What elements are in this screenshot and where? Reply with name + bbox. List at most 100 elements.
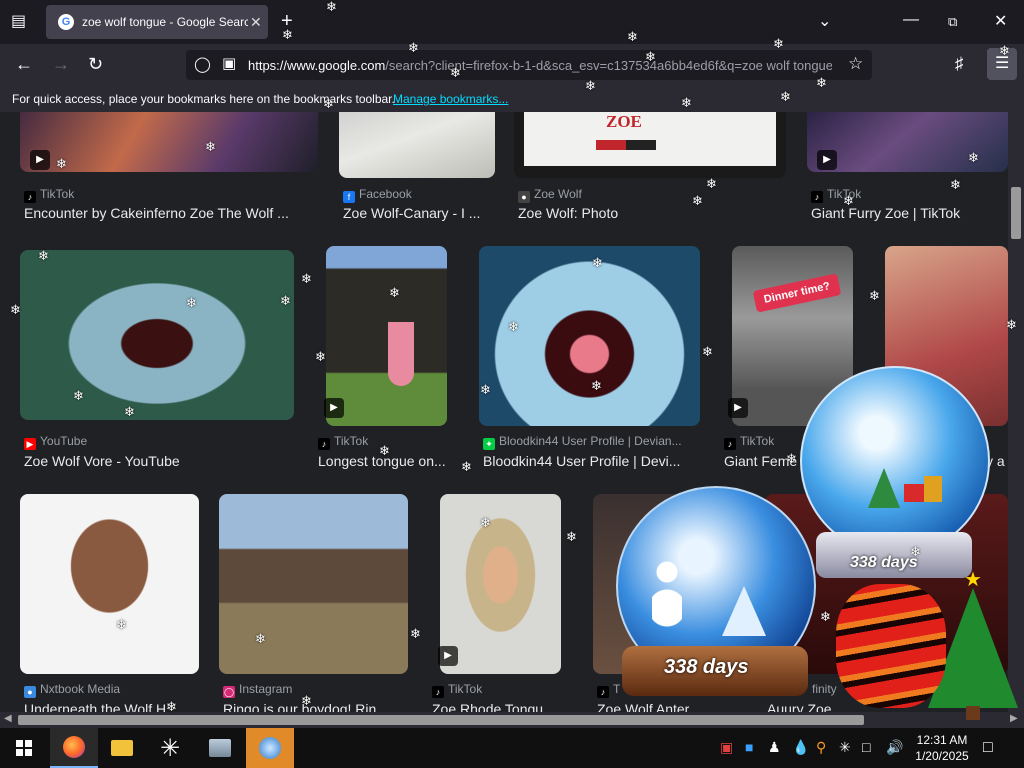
- snowflake-icon: ❄: [408, 40, 419, 55]
- active-tab[interactable]: G zoe wolf tongue - Google Search ✕: [46, 5, 268, 39]
- result-thumbnail[interactable]: [440, 494, 561, 674]
- network-icon[interactable]: □: [862, 739, 870, 755]
- snowflake-icon: ❄: [282, 27, 293, 42]
- shield-icon[interactable]: ◯: [194, 57, 211, 73]
- snowflake-icon: ❄: [820, 609, 831, 624]
- url-text[interactable]: https://www.google.com/search?client=fir…: [248, 58, 832, 73]
- google-favicon-icon: G: [58, 14, 74, 30]
- snowflake-icon: ❄: [116, 617, 127, 632]
- tray-search-icon[interactable]: ⚲: [816, 739, 826, 756]
- title-bar: ▤ G zoe wolf tongue - Google Search ✕ + …: [0, 0, 1024, 44]
- snowflake-icon: ❄: [627, 29, 638, 44]
- firefox-taskbar-button[interactable]: [50, 728, 98, 768]
- snowflake-icon: ❄: [323, 96, 334, 111]
- snowflake-icon: ❄: [702, 344, 713, 359]
- app-taskbar-button[interactable]: ✳: [146, 728, 194, 768]
- result-title[interactable]: Giant Furry Zoe | TikTok: [811, 205, 1001, 221]
- minimize-icon[interactable]: —: [903, 12, 919, 28]
- tab-list-icon[interactable]: ▤: [11, 14, 26, 30]
- snowflake-icon: ❄: [301, 693, 312, 708]
- sparkle-icon: ✳: [159, 734, 181, 762]
- result-source: ● Nxtbook Media: [24, 682, 120, 698]
- snowflake-icon: ❄: [645, 49, 656, 64]
- play-icon: ▶: [438, 646, 458, 666]
- clock-time: 12:31 AM: [916, 733, 968, 747]
- result-title[interactable]: Zoe Wolf: Photo: [518, 205, 780, 221]
- file-explorer-taskbar-button[interactable]: [98, 728, 146, 768]
- list-all-tabs-icon[interactable]: ⌄: [818, 14, 831, 30]
- forward-arrow-icon[interactable]: →: [52, 55, 70, 73]
- result-thumbnail[interactable]: [326, 246, 447, 426]
- restore-icon[interactable]: ⧉: [948, 14, 957, 30]
- snowflake-icon: ❄: [968, 150, 979, 165]
- snowflake-icon: ❄: [379, 443, 390, 458]
- result-source: ● Zoe Wolf: [518, 187, 582, 203]
- reload-icon[interactable]: ↻: [88, 55, 103, 73]
- snowflake-icon: ❄: [450, 65, 461, 80]
- snowflake-icon: ❄: [326, 0, 337, 14]
- snowflake-icon: ❄: [280, 293, 291, 308]
- snowflake-icon: ❄: [773, 36, 784, 51]
- tray-square-icon[interactable]: ■: [745, 739, 753, 755]
- result-source: ▶ YouTube: [24, 434, 87, 450]
- lock-icon[interactable]: ▣: [222, 56, 236, 72]
- back-arrow-icon[interactable]: ←: [15, 55, 33, 73]
- result-title[interactable]: Zoe Wolf-Canary - I ...: [343, 205, 493, 221]
- horizontal-scrollbar[interactable]: ◀ ▶: [0, 712, 1024, 728]
- result-thumbnail[interactable]: [339, 112, 495, 178]
- horizontal-scroll-thumb[interactable]: [18, 715, 864, 725]
- tray-sparkle-icon[interactable]: ✳: [839, 739, 851, 756]
- snowflake-icon: ❄: [692, 193, 703, 208]
- snowflake-icon: ❄: [315, 349, 326, 364]
- youtube-icon: ▶: [24, 438, 36, 450]
- tray-app-icon[interactable]: ▣: [720, 739, 733, 756]
- snowflake-icon: ❄: [566, 529, 577, 544]
- snowflake-icon: ❄: [301, 271, 312, 286]
- manage-bookmarks-link[interactable]: Manage bookmarks...: [393, 92, 508, 106]
- snowflake-icon: ❄: [816, 75, 827, 90]
- system-clock[interactable]: 12:31 AM 1/20/2025: [912, 732, 972, 764]
- result-thumbnail[interactable]: [219, 494, 408, 674]
- vertical-scroll-thumb[interactable]: [1011, 187, 1021, 239]
- tray-person-icon[interactable]: ♟: [768, 739, 781, 756]
- result-thumbnail[interactable]: [479, 246, 700, 426]
- extensions-icon[interactable]: ♯: [955, 55, 964, 72]
- snowflake-icon: ❄: [410, 626, 421, 641]
- snowflake-icon: ❄: [706, 176, 717, 191]
- result-title[interactable]: Encounter by Cakeinferno Zoe The Wolf ..…: [24, 205, 314, 221]
- red-spiral-decoration: [836, 584, 946, 708]
- hamburger-menu-icon: ☰: [995, 55, 1010, 72]
- app-taskbar-button-2[interactable]: [196, 728, 244, 768]
- snowflake-icon: ❄: [1006, 317, 1017, 332]
- globe-app-taskbar-button[interactable]: [246, 728, 294, 768]
- scroll-left-icon[interactable]: ◀: [4, 713, 12, 724]
- window-app-icon: [209, 739, 231, 757]
- snowflake-icon: ❄: [186, 295, 197, 310]
- bookmarks-toolbar: For quick access, place your bookmarks h…: [0, 86, 1024, 112]
- play-icon: ▶: [324, 398, 344, 418]
- tray-drop-icon[interactable]: 💧: [792, 739, 809, 756]
- windows-logo-icon: [16, 740, 32, 756]
- result-title[interactable]: Zoe Rhode Tongu: [432, 701, 552, 712]
- result-source: ♪ TikTok: [318, 434, 368, 450]
- start-button[interactable]: [0, 728, 48, 768]
- volume-icon[interactable]: 🔊: [886, 739, 903, 756]
- close-tab-icon[interactable]: ✕: [250, 14, 262, 31]
- bookmark-star-icon[interactable]: ☆: [848, 55, 863, 72]
- address-bar[interactable]: ◯ ▣ https://www.google.com/search?client…: [186, 50, 872, 80]
- snowflake-icon: ❄: [124, 404, 135, 419]
- notifications-icon[interactable]: □: [983, 739, 993, 757]
- snowflake-icon: ❄: [950, 177, 961, 192]
- close-window-icon[interactable]: ✕: [994, 14, 1007, 30]
- result-thumbnail[interactable]: [20, 494, 199, 674]
- result-title[interactable]: Underneath the Wolf H: [24, 701, 184, 712]
- result-thumbnail[interactable]: [20, 250, 294, 420]
- result-thumbnail[interactable]: ZOE: [514, 112, 786, 178]
- result-title[interactable]: Zoe Wolf Vore - YouTube: [24, 453, 294, 469]
- result-title[interactable]: Bloodkin44 User Profile | Devi...: [483, 453, 695, 469]
- instagram-icon: ◯: [223, 686, 235, 698]
- play-icon: ▶: [728, 398, 748, 418]
- bookmarks-hint: For quick access, place your bookmarks h…: [12, 92, 395, 106]
- snowflake-icon: ❄: [508, 319, 519, 334]
- snowflake-icon: ❄: [10, 302, 21, 317]
